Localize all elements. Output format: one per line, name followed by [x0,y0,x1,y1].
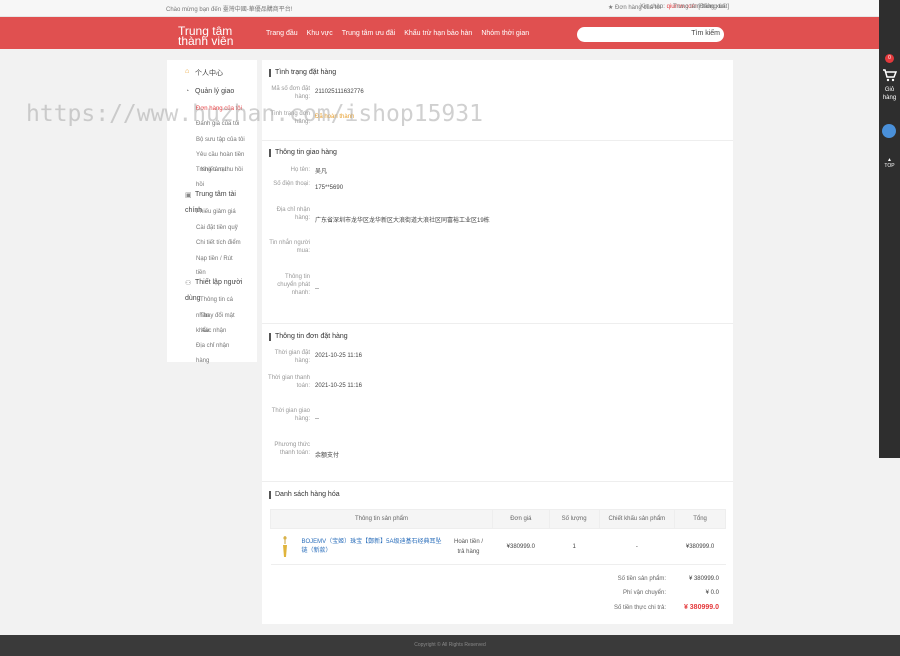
delivery-title: Thông tin giao hàng [269,149,337,157]
sidebar-trade-mgmt[interactable]: Quản lý giao [195,88,234,95]
col-quantity: Số lượng [548,509,600,529]
wallet-icon: ▣ [185,192,192,199]
nav-region[interactable]: Khu vực [307,30,333,37]
nav-deduction[interactable]: Khấu trừ hạn bảo hàn [404,30,472,37]
table-row: BOJEMV（宝姬）珠宝【鄭新】5A级迪基石经典耳坠链（新款） Hoàn tiề… [270,528,726,565]
col-product-info: Thông tin sản phẩm [270,509,493,529]
order-info-title: Thông tin đơn đặt hàng [269,333,348,341]
divider [262,323,733,324]
sidebar-asset-center[interactable]: Trung tâm tài [195,191,236,198]
table-header-row: Thông tin sản phẩm Đơn giá Số lượng Chiế… [270,509,726,529]
sidebar-item-profile[interactable]: Thông tin cá [200,297,233,303]
shipping-fee-label: Phí vận chuyển: [622,590,666,596]
product-image[interactable] [277,535,293,559]
nav-deals[interactable]: Trung tâm ưu đãi [342,30,395,37]
home-icon: ⌂ [185,68,190,75]
sidebar-user-settings[interactable]: Thiết lập người [195,279,242,286]
created-label: Thời gian đặt hàng: [274,350,310,364]
sidebar-item-recall-2: hồi [196,182,205,188]
cart-icon[interactable] [882,68,897,82]
sidebar-item-topup[interactable]: Nạp tiền / Rút [196,256,233,262]
delivered-label: Thời gian giao hàng: [271,408,310,422]
row-quantity: 1 [549,528,600,565]
search-button[interactable]: Tìm kiếm [691,30,720,37]
sidebar-user-settings-2: dùng [185,295,201,302]
user-avatar-icon[interactable] [882,124,896,138]
top-label: TOP [884,163,895,169]
order-no-label: Mã số đơn đặt hàng: [271,86,310,100]
nav-home[interactable]: Trang đầu [266,30,298,37]
col-unit-price: Đơn giá [491,509,550,529]
search-box: Tìm kiếm [577,27,724,42]
top-bar: Chào mừng bạn đến 臺灣中國-華優品購商平台! Xin chào… [0,0,879,17]
info-center-link[interactable]: Trung tâm thông tin [673,4,725,10]
search-input[interactable] [583,29,683,40]
status-label: Tình trạng đơn hàng: [270,111,310,125]
products-title: Danh sách hàng hóa [269,491,340,499]
sidebar-item-coupons[interactable]: Phiếu giảm giá [196,209,236,215]
name-label: Họ tên: [290,167,310,173]
welcome-text: Chào mừng bạn đến 臺灣中國-華優品購商平台! [166,7,293,13]
sidebar-item-confirm[interactable]: Xác nhận [201,328,226,334]
sidebar-item-address[interactable]: Địa chỉ nhận [196,343,229,349]
sidebar-item-address-2: hàng [196,358,210,364]
pay-method-value: 余额支付 [315,453,340,459]
sidebar-item-topup-2: tiền [196,270,206,276]
col-total: Tổng [674,509,726,529]
paid-time-value: 2021-10-25 11:16 [315,383,362,389]
nav-time-group[interactable]: Nhóm thời gian [481,30,529,37]
cart-count-badge: 0 [885,54,894,63]
name-value: 吴凡 [315,169,328,175]
right-toolbar: 0 Giỏ hàng ▲ TOP [879,0,900,458]
phone-value: 175**5690 [315,185,344,191]
order-detail-panel: Tình trạng đặt hàng Mã số đơn đặt hàng: … [262,60,733,624]
order-no-value: 211025111632776 [315,89,364,95]
divider [262,140,733,141]
footer: Copyright © All Rights Reserved [0,635,900,656]
member-sidebar: ⌂ 个人中心 ◔ Quản lý giao Đơn hàng của tôi Đ… [167,60,257,364]
cart-label[interactable]: Giỏ hàng [879,86,900,102]
my-orders-link[interactable]: ★ Đơn hàng của tôi [608,4,661,11]
sidebar-item-favorites[interactable]: Bộ sưu tập của tôi [196,137,245,143]
sidebar-item-points[interactable]: Chi tiết tích điểm [196,240,241,246]
sidebar-item-complaint[interactable]: Khiếu nại [201,167,226,173]
delivered-value: -- [315,416,319,422]
header-bar: Trung tâm thành viên Trang đầu Khu vực T… [0,17,879,49]
product-amount-value: ¥ 380999.0 [688,576,719,582]
sidebar-item-my-reviews[interactable]: Đánh giá của tôi [196,121,239,127]
paid-amount-value: ¥ 380999.0 [683,604,719,611]
products-table: Thông tin sản phẩm Đơn giá Số lượng Chiế… [270,509,726,565]
order-status-title: Tình trạng đặt hàng [269,69,336,77]
product-amount-label: Số tiền sản phẩm: [617,576,666,582]
sidebar-personal-center[interactable]: 个人中心 [195,68,223,78]
col-discount: Chiết khấu sản phẩm [598,509,676,529]
main-nav: Trang đầu Khu vực Trung tâm ưu đãi Khấu … [266,30,529,37]
row-unit-price: ¥380999.0 [492,528,550,565]
back-to-top-button[interactable]: ▲ TOP [879,157,900,169]
shipping-fee-value: ¥ 0.0 [705,590,719,596]
address-label: Địa chỉ nhận hàng: [276,207,310,221]
sidebar-item-fund-settings[interactable]: Cài đặt tiền quỹ [196,225,238,231]
created-value: 2021-10-25 11:16 [315,353,362,359]
refund-return-link[interactable]: Hoàn tiền / trả hàng [451,537,487,557]
row-discount: - [599,528,675,565]
buyer-msg-label: Tin nhắn người mua: [269,240,310,254]
user-settings-icon: ⚇ [185,280,192,287]
divider [262,481,733,482]
trade-icon: ◔ [185,88,190,95]
row-total: ¥380999.0 [674,528,726,565]
phone-label: Số điện thoại: [273,181,310,187]
sidebar-item-refund[interactable]: Yêu cầu hoàn tiền [196,152,244,158]
logo[interactable]: Trung tâm thành viên [178,25,258,47]
shipping-label: Thông tin chuyển phát nhanh: [277,274,310,296]
pay-method-label: Phương thức thanh toán: [274,442,310,456]
shipping-value: -- [315,286,319,292]
paid-amount-label: Số tiền thực chi trả: [613,605,666,611]
sidebar-item-change-password[interactable]: Thay đổi mật [200,313,235,319]
status-value: Đã hoàn thành [315,114,355,120]
sidebar-item-my-orders[interactable]: Đơn hàng của tôi [196,106,242,112]
product-name-link[interactable]: BOJEMV（宝姬）珠宝【鄭新】5A级迪基石经典耳坠链（新款） [302,538,442,556]
paid-time-label: Thời gian thanh toán: [268,375,310,389]
address-value: 广东省深圳市龙华区龙华新区大浪街道大浪社区同富裕工业区19栋 [315,218,490,224]
